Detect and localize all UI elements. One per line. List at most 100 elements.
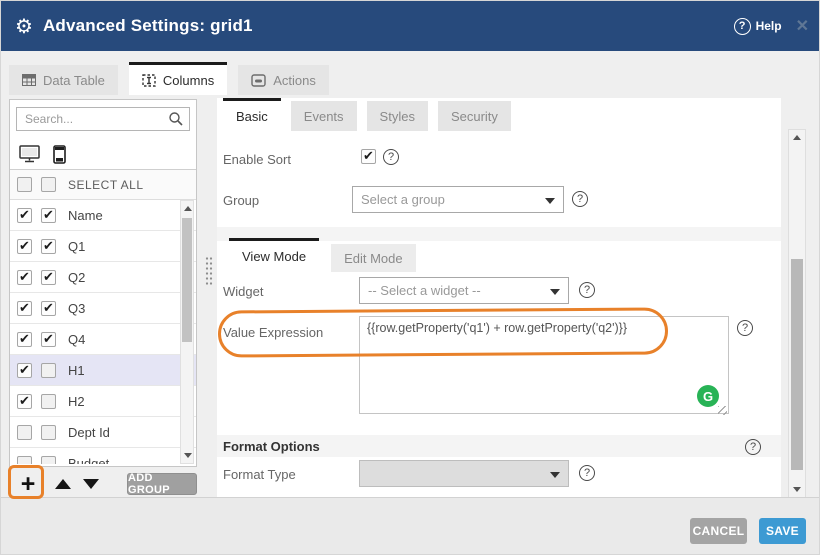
group-help-icon[interactable]: ? [572, 191, 588, 207]
add-column-button[interactable]: + [15, 471, 41, 497]
panel-splitter[interactable] [202, 99, 215, 467]
help-link[interactable]: Help [756, 19, 782, 33]
value-expression-field: {{row.getProperty('q1') + row.getPropert… [359, 316, 729, 419]
save-button[interactable]: SAVE [759, 518, 806, 544]
widget-select[interactable]: -- Select a widget -- [359, 277, 569, 304]
column-label: Budget [68, 456, 109, 465]
splitter-grip-icon[interactable] [205, 256, 213, 286]
mobile-checkbox[interactable] [41, 239, 56, 254]
column-label: Q2 [68, 270, 85, 285]
mobile-checkbox[interactable] [41, 394, 56, 409]
grammarly-icon[interactable]: G [697, 385, 719, 407]
scroll-down-icon[interactable] [793, 487, 801, 492]
chevron-down-icon [550, 472, 560, 478]
advanced-settings-dialog: ⚙ Advanced Settings: grid1 ? Help ✕ Data… [0, 0, 820, 555]
tab-edit-mode[interactable]: Edit Mode [331, 244, 416, 272]
column-row-q3[interactable]: Q3 [10, 293, 196, 324]
search-input[interactable] [16, 107, 190, 131]
desktop-checkbox[interactable] [17, 425, 32, 440]
scrollbar-thumb[interactable] [182, 218, 192, 342]
mobile-checkbox[interactable] [41, 425, 56, 440]
help-icon[interactable]: ? [734, 18, 751, 35]
column-label: Name [68, 208, 103, 223]
enable-sort-checkbox[interactable] [361, 149, 376, 164]
column-row-q4[interactable]: Q4 [10, 324, 196, 355]
column-list: Name Q1 Q2 Q3 Q4 [10, 200, 196, 464]
desktop-checkbox[interactable] [17, 270, 32, 285]
scroll-up-icon[interactable] [793, 135, 801, 140]
format-options-help-icon[interactable]: ? [745, 439, 761, 455]
chevron-down-icon [550, 289, 560, 295]
format-type-label: Format Type [223, 467, 296, 482]
select-all-desktop-checkbox[interactable] [17, 177, 32, 192]
column-row-dept-id[interactable]: Dept Id [10, 417, 196, 448]
mobile-checkbox[interactable] [41, 301, 56, 316]
format-options-section: Format Options [217, 435, 781, 457]
columns-selection-icon [142, 74, 156, 87]
desktop-checkbox[interactable] [17, 332, 32, 347]
add-group-button[interactable]: ADD GROUP [127, 473, 197, 495]
tab-actions[interactable]: Actions [238, 65, 329, 95]
move-down-icon[interactable] [83, 479, 99, 489]
desktop-checkbox[interactable] [17, 363, 32, 378]
settings-panel-scrollbar[interactable] [788, 129, 806, 498]
column-list-toolbar: + ADD GROUP [9, 469, 197, 499]
value-expression-textarea[interactable]: {{row.getProperty('q1') + row.getPropert… [359, 316, 729, 414]
select-all-mobile-checkbox[interactable] [41, 177, 56, 192]
column-row-q1[interactable]: Q1 [10, 231, 196, 262]
column-row-h1[interactable]: H1 [10, 355, 196, 386]
tab-styles[interactable]: Styles [367, 101, 428, 131]
mobile-checkbox[interactable] [41, 456, 56, 465]
cancel-button[interactable]: CANCEL [690, 518, 747, 544]
column-row-budget[interactable]: Budget [10, 448, 196, 464]
widget-select-value: -- Select a widget -- [368, 283, 481, 298]
format-type-help-icon[interactable]: ? [579, 465, 595, 481]
tab-view-mode[interactable]: View Mode [229, 238, 319, 272]
format-type-select[interactable] [359, 460, 569, 487]
scrollbar-thumb[interactable] [791, 259, 803, 470]
select-all-row[interactable]: SELECT ALL [10, 170, 196, 200]
resize-handle-icon[interactable] [718, 406, 727, 415]
widget-help-icon[interactable]: ? [579, 282, 595, 298]
main-tab-bar: Data Table Columns Actions [9, 62, 329, 95]
move-up-icon[interactable] [55, 479, 71, 489]
search-icon[interactable] [168, 111, 184, 127]
mobile-checkbox[interactable] [41, 270, 56, 285]
desktop-checkbox[interactable] [17, 239, 32, 254]
scroll-down-icon[interactable] [184, 453, 192, 458]
tab-basic[interactable]: Basic [223, 98, 281, 131]
tab-styles-label: Styles [380, 109, 415, 124]
mobile-icon[interactable] [53, 145, 66, 164]
group-select[interactable]: Select a group [352, 186, 564, 213]
column-row-h2[interactable]: H2 [10, 386, 196, 417]
column-list-scrollbar[interactable] [180, 200, 194, 464]
column-row-q2[interactable]: Q2 [10, 262, 196, 293]
tab-columns[interactable]: Columns [129, 62, 227, 95]
desktop-checkbox[interactable] [17, 394, 32, 409]
column-label: Q4 [68, 332, 85, 347]
close-icon[interactable]: ✕ [796, 16, 809, 36]
mode-tab-bar: View Mode Edit Mode [229, 238, 416, 272]
tab-events[interactable]: Events [291, 101, 357, 131]
tab-events-label: Events [304, 109, 344, 124]
column-label: H1 [68, 363, 85, 378]
desktop-icon[interactable] [19, 145, 40, 163]
mobile-checkbox[interactable] [41, 208, 56, 223]
desktop-checkbox[interactable] [17, 301, 32, 316]
mobile-checkbox[interactable] [41, 332, 56, 347]
column-label: Q3 [68, 301, 85, 316]
group-label: Group [223, 193, 259, 208]
tab-security-label: Security [451, 109, 498, 124]
gear-icon: ⚙ [15, 14, 33, 39]
enable-sort-help-icon[interactable]: ? [383, 149, 399, 165]
column-row-name[interactable]: Name [10, 200, 196, 231]
value-expression-help-icon[interactable]: ? [737, 320, 753, 336]
group-select-value: Select a group [361, 192, 445, 207]
tab-data-table[interactable]: Data Table [9, 65, 118, 95]
desktop-checkbox[interactable] [17, 456, 32, 465]
desktop-checkbox[interactable] [17, 208, 32, 223]
device-visibility-header [10, 139, 196, 170]
tab-security[interactable]: Security [438, 101, 511, 131]
scroll-up-icon[interactable] [184, 206, 192, 211]
mobile-checkbox[interactable] [41, 363, 56, 378]
